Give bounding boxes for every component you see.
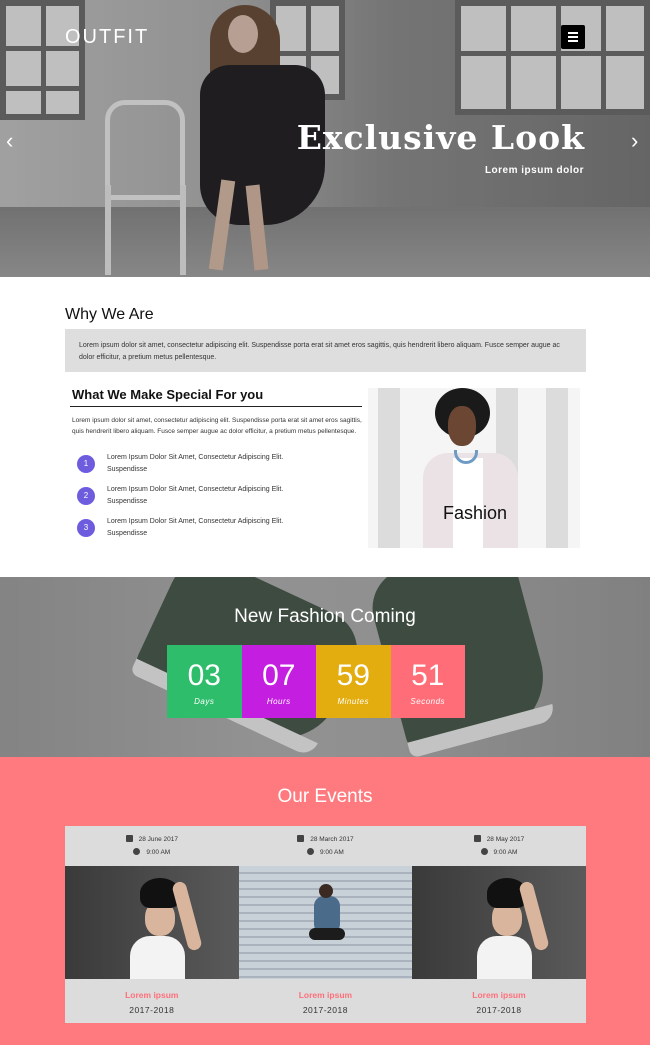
event-date-text: 28 May 2017 bbox=[486, 836, 525, 843]
countdown-label: Minutes bbox=[337, 697, 369, 706]
event-name[interactable]: Lorem ipsum bbox=[412, 990, 586, 1000]
list-item: 1 Lorem Ipsum Dolor Sit Amet, Consectetu… bbox=[77, 452, 357, 484]
countdown-label: Seconds bbox=[410, 697, 446, 706]
countdown-hours: 07 Hours bbox=[241, 645, 316, 718]
clock-icon bbox=[133, 848, 141, 855]
countdown-title: New Fashion Coming bbox=[234, 606, 416, 627]
event-year: 2017-2018 bbox=[129, 1005, 175, 1015]
step-number-badge: 3 bbox=[77, 519, 95, 537]
calendar-icon bbox=[297, 835, 305, 842]
chevron-left-icon[interactable]: ‹ bbox=[6, 130, 13, 152]
event-name[interactable]: Lorem ipsum bbox=[239, 990, 413, 1000]
event-image bbox=[412, 866, 586, 979]
event-date-text: 28 June 2017 bbox=[138, 836, 178, 843]
step-number-badge: 2 bbox=[77, 487, 95, 505]
event-time: 9:00 AM bbox=[239, 848, 413, 856]
step-number-badge: 1 bbox=[77, 455, 95, 473]
chevron-right-icon[interactable]: › bbox=[631, 130, 638, 152]
section-title-why: Why We Are bbox=[65, 306, 154, 323]
steps-list: 1 Lorem Ipsum Dolor Sit Amet, Consectetu… bbox=[77, 452, 357, 548]
event-year: 2017-2018 bbox=[476, 1005, 522, 1015]
hero-title: Exclusive Look bbox=[296, 118, 585, 157]
hero-subtitle: Lorem ipsum dolor bbox=[484, 165, 584, 176]
fashion-label: Fashion bbox=[443, 503, 508, 523]
countdown-value: 59 bbox=[336, 659, 370, 692]
special-heading: What We Make Special For you bbox=[72, 387, 264, 402]
divider bbox=[70, 406, 362, 407]
event-card[interactable]: 28 May 2017 9:00 AM Lorem ipsum 2017-201… bbox=[412, 826, 586, 1023]
event-time: 9:00 AM bbox=[412, 848, 586, 856]
countdown-timer: 03 Days 07 Hours 59 Minutes 51 Seconds bbox=[167, 645, 465, 718]
countdown-value: 07 bbox=[262, 659, 296, 692]
clock-icon bbox=[306, 848, 314, 855]
why-description: Lorem ipsum dolor sit amet, consectetur … bbox=[65, 329, 586, 372]
events-list: 28 June 2017 9:00 AM Lorem ipsum 2017-20… bbox=[65, 826, 586, 1023]
event-time-text: 9:00 AM bbox=[319, 849, 344, 856]
site-logo[interactable]: OUTFIT bbox=[65, 26, 149, 49]
countdown-value: 51 bbox=[411, 659, 445, 692]
event-time-text: 9:00 AM bbox=[146, 849, 171, 856]
hamburger-menu-icon[interactable] bbox=[561, 25, 585, 49]
step-text: Lorem Ipsum Dolor Sit Amet, Consectetur … bbox=[107, 518, 284, 537]
countdown-label: Days bbox=[194, 697, 215, 706]
event-card[interactable]: 28 June 2017 9:00 AM Lorem ipsum 2017-20… bbox=[65, 826, 239, 1023]
list-item: 3 Lorem Ipsum Dolor Sit Amet, Consectetu… bbox=[77, 516, 357, 548]
clock-icon bbox=[480, 848, 488, 855]
event-image bbox=[65, 866, 239, 979]
countdown-label: Hours bbox=[266, 697, 291, 706]
fashion-image bbox=[368, 388, 580, 548]
event-year: 2017-2018 bbox=[302, 1005, 348, 1015]
event-date-text: 28 March 2017 bbox=[310, 836, 354, 843]
countdown-value: 03 bbox=[187, 659, 221, 692]
event-name[interactable]: Lorem ipsum bbox=[65, 990, 239, 1000]
calendar-icon bbox=[473, 835, 481, 842]
countdown-seconds: 51 Seconds bbox=[390, 645, 465, 718]
step-text: Lorem Ipsum Dolor Sit Amet, Consectetur … bbox=[107, 454, 284, 473]
event-card[interactable]: 28 March 2017 9:00 AM Lorem ipsum 2017-2… bbox=[238, 826, 413, 1023]
step-text: Lorem Ipsum Dolor Sit Amet, Consectetur … bbox=[107, 486, 284, 505]
special-description: Lorem ipsum dolor sit amet, consectetur … bbox=[72, 417, 362, 435]
countdown-minutes: 59 Minutes bbox=[316, 645, 391, 718]
calendar-icon bbox=[125, 835, 133, 842]
event-time: 9:00 AM bbox=[65, 848, 239, 856]
list-item: 2 Lorem Ipsum Dolor Sit Amet, Consectetu… bbox=[77, 484, 357, 516]
event-date: 28 June 2017 bbox=[65, 835, 239, 843]
countdown-days: 03 Days bbox=[167, 645, 242, 718]
event-date: 28 May 2017 bbox=[412, 835, 586, 843]
event-date: 28 March 2017 bbox=[239, 835, 413, 843]
event-time-text: 9:00 AM bbox=[493, 849, 518, 856]
event-image bbox=[238, 866, 413, 979]
events-title: Our Events bbox=[277, 786, 373, 807]
